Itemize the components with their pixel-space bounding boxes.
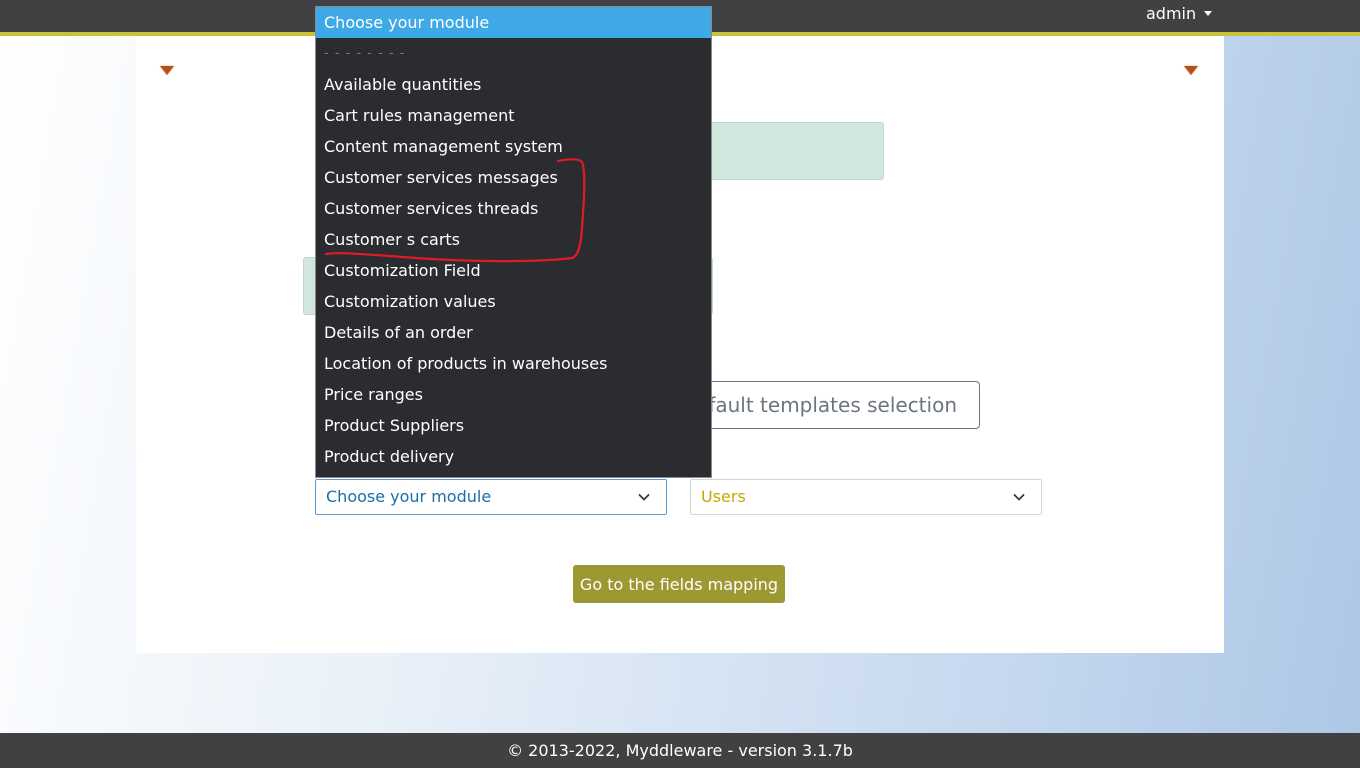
dropdown-option[interactable]: Customization values: [316, 286, 711, 317]
dropdown-option[interactable]: Content management system: [316, 131, 711, 162]
dropdown-option[interactable]: Choose your module: [316, 7, 711, 38]
source-module-value: Choose your module: [326, 487, 492, 506]
dropdown-separator: - - - - - - - -: [324, 46, 406, 61]
footer-text: © 2013-2022, Myddleware - version 3.1.7b: [507, 741, 853, 760]
dropdown-option[interactable]: Details of an order: [316, 317, 711, 348]
dropdown-option[interactable]: Customization Field: [316, 255, 711, 286]
dropdown-option[interactable]: Customer s carts: [316, 224, 711, 255]
target-module-value: Users: [701, 487, 746, 506]
caret-down-icon: [1204, 11, 1213, 16]
user-menu[interactable]: admin: [1146, 4, 1213, 23]
dropdown-option[interactable]: Customer services messages: [316, 162, 711, 193]
dropdown-option[interactable]: Customer services threads: [316, 193, 711, 224]
collapse-toggle-right-icon[interactable]: [1184, 66, 1198, 75]
go-to-fields-mapping-button[interactable]: Go to the fields mapping: [573, 565, 785, 603]
chevron-down-icon: [1013, 494, 1025, 501]
user-name: admin: [1146, 4, 1197, 23]
dropdown-option[interactable]: Cart rules management: [316, 100, 711, 131]
dropdown-option[interactable]: Available quantities: [316, 69, 711, 100]
target-module-select[interactable]: Users: [690, 479, 1042, 515]
chevron-down-icon: [638, 494, 650, 501]
footer: © 2013-2022, Myddleware - version 3.1.7b: [0, 733, 1360, 768]
source-module-select[interactable]: Choose your module: [315, 479, 667, 515]
module-dropdown-list[interactable]: Choose your module - - - - - - - - Avail…: [315, 6, 712, 478]
dropdown-option[interactable]: Product delivery: [316, 441, 711, 472]
dropdown-option[interactable]: Price ranges: [316, 379, 711, 410]
collapse-toggle-left-icon[interactable]: [160, 66, 174, 75]
dropdown-option[interactable]: Location of products in warehouses: [316, 348, 711, 379]
dropdown-option[interactable]: Product Suppliers: [316, 410, 711, 441]
